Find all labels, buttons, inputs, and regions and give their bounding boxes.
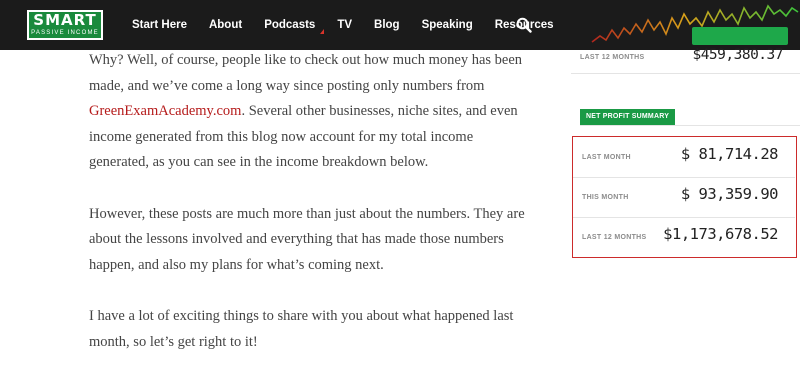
paragraph-lessons: However, these posts are much more than …	[89, 205, 525, 273]
nav-item-tv[interactable]: TV	[337, 19, 352, 31]
search-icon[interactable]	[516, 17, 532, 33]
dropdown-caret-icon	[320, 29, 325, 34]
summary-row-this-month: THIS MONTH $ 93,359.90	[573, 177, 795, 218]
nav-item-blog[interactable]: Blog	[374, 19, 400, 31]
logo-text-passive-income: PASSIVE INCOME	[31, 30, 99, 36]
previous-row-label: LAST 12 MONTHS	[580, 54, 645, 61]
article-body: Why? Well, of course, people like to che…	[89, 48, 529, 381]
summary-value: $ 81,714.28	[680, 145, 779, 163]
summary-label: LAST 12 MONTHS	[582, 234, 647, 241]
net-profit-summary-box: LAST MONTH $ 81,714.28 THIS MONTH $ 93,3…	[572, 136, 797, 258]
smart-passive-income-logo[interactable]: SMART PASSIVE INCOME	[27, 10, 103, 40]
summary-row-last-month: LAST MONTH $ 81,714.28	[573, 137, 795, 178]
summary-label: THIS MONTH	[582, 194, 629, 201]
paragraph-exciting: I have a lot of exciting things to share…	[89, 308, 514, 350]
nav-item-start-here[interactable]: Start Here	[132, 19, 187, 31]
net-profit-summary-heading: NET PROFIT SUMMARY	[580, 109, 676, 125]
summary-value: $1,173,678.52	[663, 225, 778, 243]
previous-row-value: $459,380.37	[692, 47, 783, 63]
nav-item-podcasts-label: Podcasts	[264, 19, 316, 31]
summary-row-last-12-months: LAST 12 MONTHS $1,173,678.52	[573, 217, 795, 257]
paragraph-why: Why? Well, of course, people like to che…	[89, 48, 529, 176]
income-sidebar: LAST 12 MONTHS $459,380.37 NET PROFIT SU…	[571, 40, 800, 377]
green-exam-academy-link[interactable]: GreenExamAcademy.com	[89, 103, 241, 119]
section-divider	[580, 125, 800, 126]
logo-text-smart: SMART	[33, 11, 97, 29]
previous-summary-row: LAST 12 MONTHS $459,380.37	[571, 40, 800, 74]
nav-item-speaking[interactable]: Speaking	[422, 19, 473, 31]
main-menu: Start Here About Podcasts TV Blog Speaki…	[132, 0, 576, 50]
summary-value: $ 93,359.90	[680, 185, 779, 203]
summary-label: LAST MONTH	[582, 154, 631, 161]
nav-item-podcasts[interactable]: Podcasts	[264, 19, 325, 34]
nav-item-about[interactable]: About	[209, 19, 242, 31]
paragraph-why-text-start: Why? Well, of course, people like to che…	[89, 52, 523, 94]
